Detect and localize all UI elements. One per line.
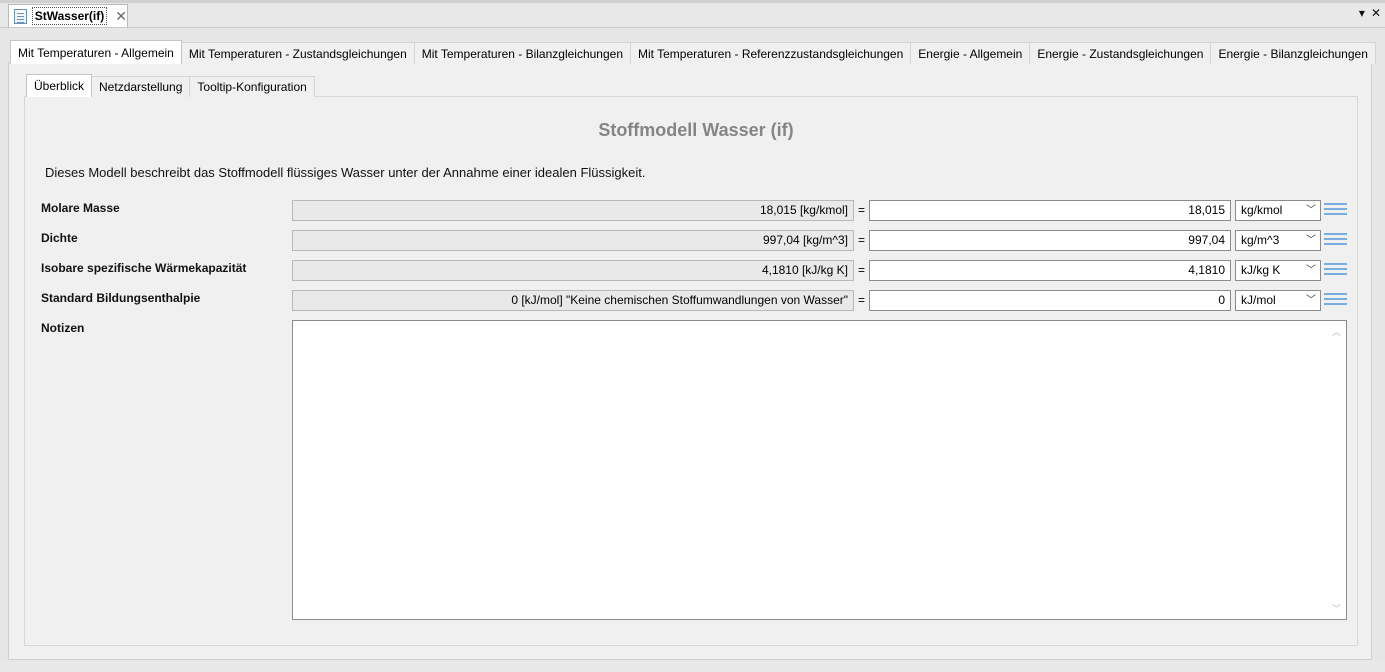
tab-mit-temperaturen-zustandsgleichungen[interactable]: Mit Temperaturen - Zustandsgleichungen: [181, 42, 415, 64]
label-dichte: Dichte: [41, 231, 78, 245]
tab-energie-allgemein[interactable]: Energie - Allgemein: [911, 42, 1031, 64]
editor-strip-controls: ▾ ✕: [1359, 7, 1381, 19]
close-all-icon[interactable]: ✕: [1371, 7, 1381, 19]
model-description: Dieses Modell beschreibt das Stoffmodell…: [45, 165, 646, 180]
list-icon[interactable]: [1324, 233, 1347, 249]
molare-masse-unit-select[interactable]: kg/kmol ﹀: [1235, 200, 1321, 221]
window-top-border: [0, 0, 1385, 3]
unit-value: kg/m^3: [1241, 233, 1280, 247]
list-icon[interactable]: [1324, 263, 1347, 279]
equals-sign: =: [858, 233, 866, 247]
unit-value: kJ/mol: [1241, 293, 1276, 307]
dichte-unit-select[interactable]: kg/m^3 ﹀: [1235, 230, 1321, 251]
label-bildungsenthalpie: Standard Bildungsenthalpie: [41, 291, 201, 305]
tab-mit-temperaturen-referenzzustandsgleichungen[interactable]: Mit Temperaturen - Referenzzustandsgleic…: [631, 42, 912, 64]
document-icon: [14, 8, 27, 24]
editor-tab-stwasser[interactable]: StWasser(if) ✕: [8, 4, 128, 27]
page-title: Stoffmodell Wasser (if): [598, 120, 794, 140]
equals-sign: =: [858, 203, 866, 217]
list-icon[interactable]: [1324, 203, 1347, 219]
chevron-down-icon: ﹀: [1306, 235, 1316, 246]
tab-energie-bilanzgleichungen[interactable]: Energie - Bilanzgleichungen: [1211, 42, 1376, 64]
dichte-input[interactable]: 997,04: [869, 230, 1231, 251]
sub-tab-bar: Überblick Netzdarstellung Tooltip-Konfig…: [26, 74, 315, 97]
bildungsenthalpie-unit-select[interactable]: kJ/mol ﹀: [1235, 290, 1321, 311]
label-waermekapazitaet: Isobare spezifische Wärmekapazität: [41, 261, 247, 275]
bildungsenthalpie-input[interactable]: 0: [869, 290, 1231, 311]
view-menu-icon[interactable]: ▾: [1359, 7, 1365, 19]
tab-netzdarstellung[interactable]: Netzdarstellung: [92, 76, 191, 97]
scroll-down-icon[interactable]: ﹀: [1332, 602, 1341, 615]
chevron-down-icon: ﹀: [1306, 205, 1316, 216]
tab-ueberblick[interactable]: Überblick: [26, 74, 93, 97]
dichte-display: 997,04 [kg/m^3]: [292, 230, 854, 251]
chevron-down-icon: ﹀: [1306, 265, 1316, 276]
waermekapazitaet-display: 4,1810 [kJ/kg K]: [292, 260, 854, 281]
window-bottom-band: [0, 662, 1385, 672]
tab-mit-temperaturen-bilanzgleichungen[interactable]: Mit Temperaturen - Bilanzgleichungen: [414, 42, 631, 64]
main-tab-bar: Mit Temperaturen - Allgemein Mit Tempera…: [10, 40, 1376, 64]
tab-energie-zustandsgleichungen[interactable]: Energie - Zustandsgleichungen: [1030, 42, 1212, 64]
waermekapazitaet-unit-select[interactable]: kJ/kg K ﹀: [1235, 260, 1321, 281]
close-icon[interactable]: ✕: [115, 9, 127, 23]
notes-textarea[interactable]: ︿ ﹀: [292, 320, 1347, 620]
unit-value: kJ/kg K: [1241, 263, 1281, 277]
equals-sign: =: [858, 293, 866, 307]
unit-value: kg/kmol: [1241, 203, 1283, 217]
tab-tooltip-konfiguration[interactable]: Tooltip-Konfiguration: [190, 76, 315, 97]
bildungsenthalpie-display: 0 [kJ/mol] "Keine chemischen Stoffumwand…: [292, 290, 854, 311]
label-molare-masse: Molare Masse: [41, 201, 120, 215]
molare-masse-input[interactable]: 18,015: [869, 200, 1231, 221]
chevron-down-icon: ﹀: [1306, 295, 1316, 306]
list-icon[interactable]: [1324, 293, 1347, 309]
label-notizen: Notizen: [41, 321, 85, 335]
scroll-up-icon[interactable]: ︿: [1332, 325, 1341, 338]
molare-masse-display: 18,015 [kg/kmol]: [292, 200, 854, 221]
tab-mit-temperaturen-allgemein[interactable]: Mit Temperaturen - Allgemein: [10, 40, 182, 64]
editor-tab-strip: StWasser(if) ✕ ▾ ✕: [0, 0, 1385, 28]
waermekapazitaet-input[interactable]: 4,1810: [869, 260, 1231, 281]
equals-sign: =: [858, 263, 866, 277]
editor-tab-title: StWasser(if): [31, 7, 108, 25]
